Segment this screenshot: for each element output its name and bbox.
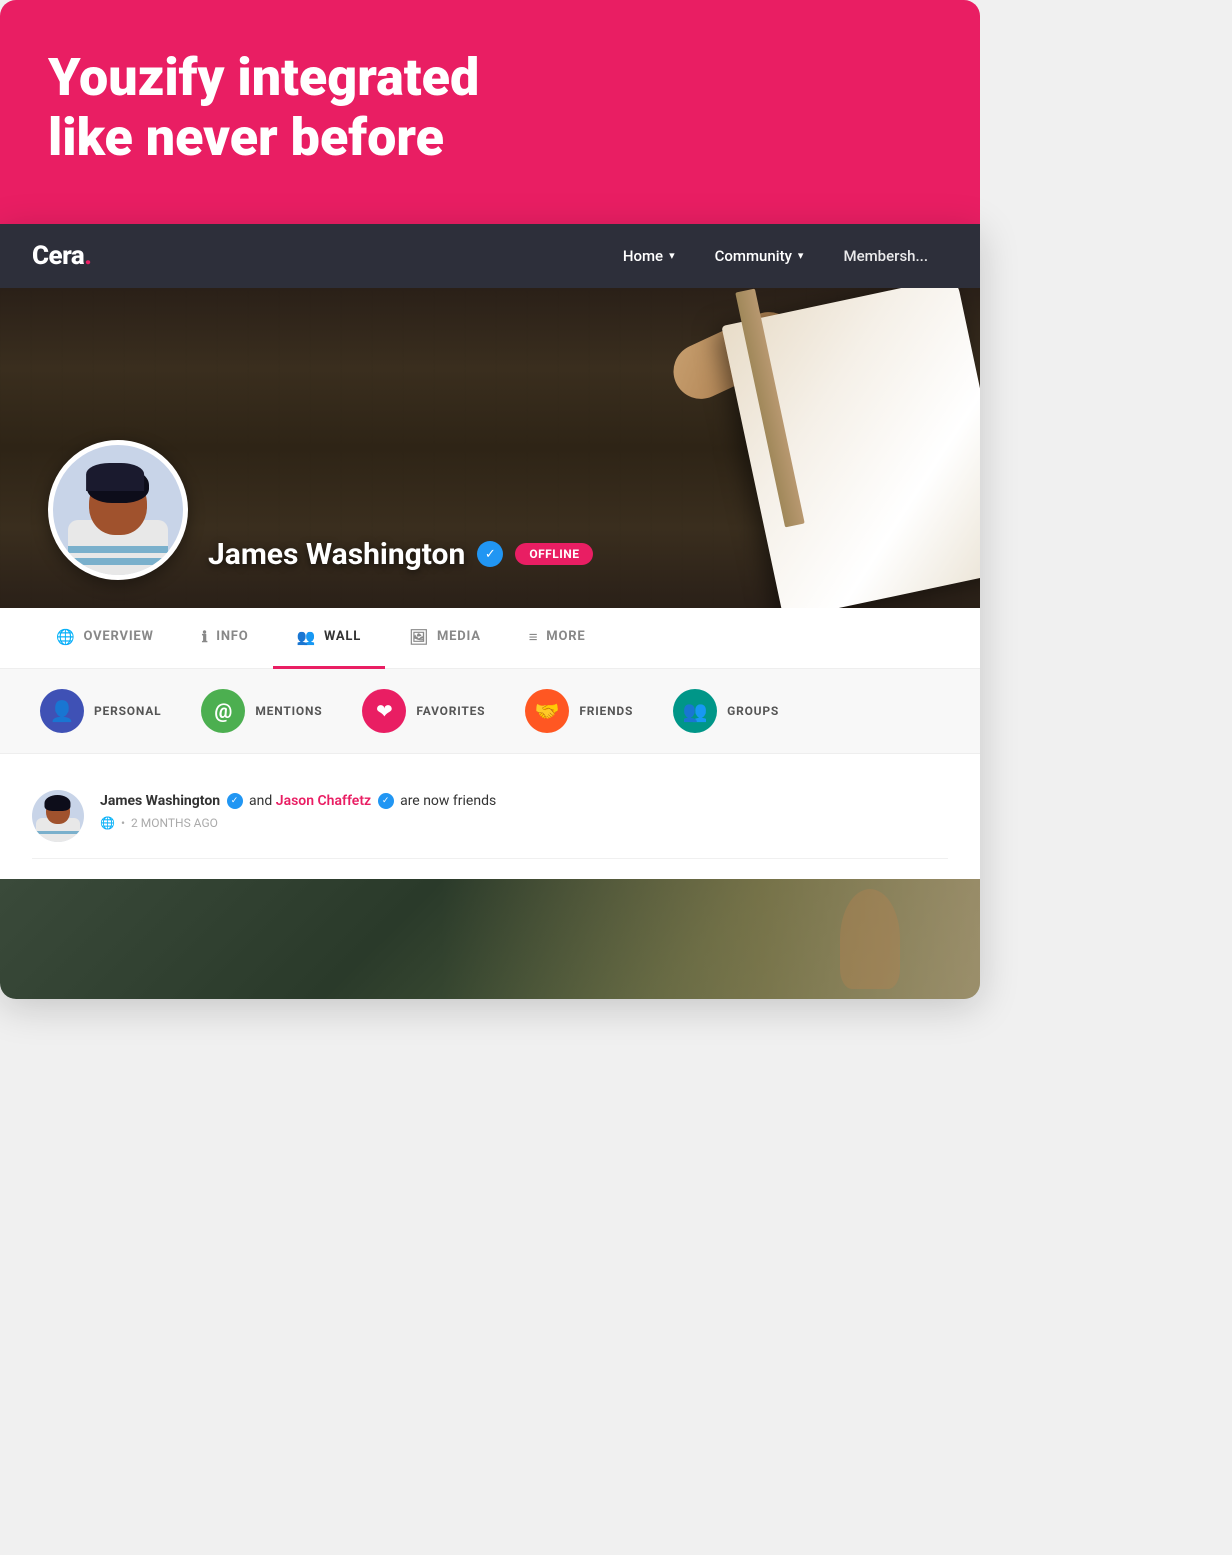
app-window: Cera. Home ▾ Community ▾ Membersh... (0, 224, 980, 999)
offline-badge: OFFLINE (515, 543, 593, 565)
tab-more[interactable]: ≡ MORE (505, 608, 610, 669)
activity-friend-link[interactable]: Jason Chaffetz (276, 793, 371, 809)
info-icon: ℹ (202, 628, 209, 646)
media-icon: 🖼 (409, 628, 429, 646)
profile-info: James Washington ✓ OFFLINE (208, 537, 593, 580)
nav-membership[interactable]: Membersh... (823, 224, 948, 288)
bottom-image (0, 879, 980, 999)
tab-overview[interactable]: 🌐 OVERVIEW (32, 608, 178, 669)
activity-meta: 🌐 • 2 MONTHS AGO (100, 816, 496, 830)
nav-community[interactable]: Community ▾ (695, 224, 824, 288)
tab-wall[interactable]: 👥 WALL (273, 608, 386, 669)
activity-friend-verified: ✓ (378, 793, 394, 809)
avatar (48, 440, 188, 580)
profile-area: James Washington ✓ OFFLINE (0, 440, 980, 608)
filter-personal[interactable]: 👤 PERSONAL (40, 689, 161, 733)
groups-label: GROUPS (727, 704, 779, 718)
mentions-label: MENTIONS (255, 704, 322, 718)
activity-feed: James Washington ✓ and Jason Chaffetz ✓ … (0, 754, 980, 879)
filter-mentions[interactable]: @ MENTIONS (201, 689, 322, 733)
navbar: Cera. Home ▾ Community ▾ Membersh... (0, 224, 980, 288)
home-chevron-icon: ▾ (669, 249, 675, 262)
overview-icon: 🌐 (56, 628, 75, 646)
favorites-label: FAVORITES (416, 704, 485, 718)
personal-label: PERSONAL (94, 704, 161, 718)
activity-conjunction: and (249, 793, 276, 809)
activity-avatar (32, 790, 84, 842)
wall-icon: 👥 (297, 628, 316, 646)
activity-filters: 👤 PERSONAL @ MENTIONS ❤ FAVORITES 🤝 FRIE… (0, 669, 980, 754)
favorites-icon: ❤ (362, 689, 406, 733)
profile-name: James Washington (208, 537, 465, 572)
filter-groups[interactable]: 👥 GROUPS (673, 689, 779, 733)
friends-icon: 🤝 (525, 689, 569, 733)
hero-title: Youzify integrated like never before (48, 48, 932, 168)
cover-area: James Washington ✓ OFFLINE (0, 288, 980, 608)
activity-time: 2 MONTHS AGO (131, 816, 218, 830)
navbar-logo[interactable]: Cera. (32, 241, 92, 271)
nav-home[interactable]: Home ▾ (603, 224, 695, 288)
globe-icon: 🌐 (100, 816, 115, 830)
activity-verified-badge: ✓ (227, 793, 243, 809)
tab-info[interactable]: ℹ INFO (178, 608, 273, 669)
verified-badge: ✓ (477, 541, 503, 567)
profile-tabs: 🌐 OVERVIEW ℹ INFO 👥 WALL 🖼 MEDIA ≡ MORE (0, 608, 980, 669)
friends-label: FRIENDS (579, 704, 633, 718)
bullet: • (121, 816, 125, 830)
more-icon: ≡ (529, 628, 539, 646)
community-chevron-icon: ▾ (798, 249, 804, 262)
navbar-links: Home ▾ Community ▾ Membersh... (603, 224, 948, 288)
tab-media[interactable]: 🖼 MEDIA (385, 608, 505, 669)
filter-favorites[interactable]: ❤ FAVORITES (362, 689, 485, 733)
activity-user-name[interactable]: James Washington (100, 793, 220, 809)
activity-action: are now friends (400, 793, 496, 809)
personal-icon: 👤 (40, 689, 84, 733)
hero-section: Youzify integrated like never before (0, 0, 980, 224)
activity-main-text: James Washington ✓ and Jason Chaffetz ✓ … (100, 790, 496, 812)
mentions-icon: @ (201, 689, 245, 733)
groups-icon: 👥 (673, 689, 717, 733)
filter-friends[interactable]: 🤝 FRIENDS (525, 689, 633, 733)
activity-content: James Washington ✓ and Jason Chaffetz ✓ … (100, 790, 496, 830)
activity-item: James Washington ✓ and Jason Chaffetz ✓ … (32, 774, 948, 859)
